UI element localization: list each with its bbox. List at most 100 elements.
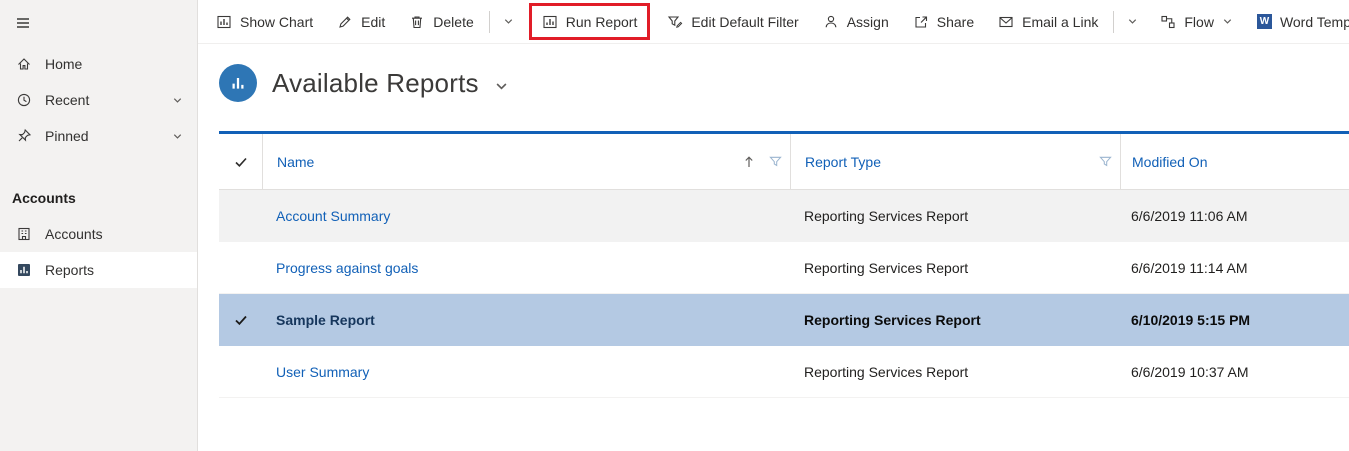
column-header-name[interactable]: Name [262,134,790,189]
button-label: Delete [433,14,473,30]
pencil-icon [337,14,353,30]
bar-chart-icon [228,73,248,93]
sort-ascending-icon [743,155,755,169]
sidebar-item-label: Accounts [45,226,103,242]
row-checkbox[interactable] [219,242,262,293]
chevron-down-icon [1127,16,1138,27]
edit-button[interactable]: Edit [325,0,397,44]
modified-on-cell: 6/10/2019 5:15 PM [1120,294,1349,346]
recent-expand-button[interactable] [172,95,183,106]
report-name-link[interactable]: User Summary [276,364,369,380]
more-commands-button[interactable] [493,0,524,44]
view-selector-button[interactable] [494,79,509,94]
sidebar-item-pinned[interactable]: Pinned [0,118,197,154]
trash-icon [409,14,425,30]
sidebar-item-label: Reports [45,262,94,278]
run-report-button[interactable]: Run Report [529,3,651,40]
column-header-modified-on[interactable]: Modified On [1120,134,1349,189]
button-label: Email a Link [1022,14,1098,30]
table-row[interactable]: Progress against goals Reporting Service… [219,242,1349,294]
hamburger-menu-button[interactable] [0,0,197,46]
reports-grid: Name Report Type Modified On [219,131,1349,451]
column-label: Modified On [1132,154,1207,170]
word-templates-button[interactable]: W Word Templates [1245,0,1349,44]
edit-default-filter-button[interactable]: Edit Default Filter [655,0,810,44]
button-label: Share [937,14,974,30]
share-icon [913,14,929,30]
sidebar-item-recent[interactable]: Recent [0,82,197,118]
button-label: Edit [361,14,385,30]
sidebar: Home Recent Pinned Accounts Accounts Rep… [0,0,198,451]
report-name-link[interactable]: Sample Report [276,312,375,328]
report-name-link[interactable]: Account Summary [276,208,390,224]
flow-button[interactable]: Flow [1148,0,1245,44]
row-checkbox[interactable] [219,346,262,397]
reports-icon [16,262,32,278]
column-header-report-type[interactable]: Report Type [790,134,1120,189]
report-entity-icon [219,64,257,102]
sidebar-item-home[interactable]: Home [0,46,197,82]
sidebar-item-label: Home [45,56,82,72]
filter-edit-icon [667,14,683,30]
modified-on-cell: 6/6/2019 11:14 AM [1120,242,1349,293]
column-label: Report Type [805,154,881,170]
more-commands-button[interactable] [1117,0,1148,44]
delete-button[interactable]: Delete [397,0,485,44]
sidebar-item-accounts[interactable]: Accounts [0,216,197,252]
envelope-icon [998,14,1014,30]
filter-icon[interactable] [769,155,782,168]
chevron-down-icon [494,79,509,94]
grid-header-row: Name Report Type Modified On [219,134,1349,190]
filter-icon[interactable] [1099,155,1112,168]
check-icon [234,155,248,169]
sidebar-section-header: Accounts [0,180,197,216]
button-label: Flow [1184,14,1214,30]
report-type-cell: Reporting Services Report [790,242,1120,293]
main-area: Show Chart Edit Delete Run Report Edit D… [198,0,1349,451]
report-type-cell: Reporting Services Report [790,346,1120,397]
toolbar-divider [1113,11,1114,33]
pinned-expand-button[interactable] [172,131,183,142]
share-button[interactable]: Share [901,0,986,44]
toolbar-divider [489,11,490,33]
email-a-link-button[interactable]: Email a Link [986,0,1110,44]
table-row[interactable]: Account Summary Reporting Services Repor… [219,190,1349,242]
chevron-down-icon [172,95,183,106]
table-row[interactable]: User Summary Reporting Services Report 6… [219,346,1349,398]
row-checkbox-checked[interactable] [219,294,262,346]
button-label: Assign [847,14,889,30]
report-name-link[interactable]: Progress against goals [276,260,418,276]
modified-on-cell: 6/6/2019 11:06 AM [1120,190,1349,242]
view-title: Available Reports [272,68,479,99]
select-all-checkbox[interactable] [219,134,262,189]
flow-icon [1160,14,1176,30]
modified-on-cell: 6/6/2019 10:37 AM [1120,346,1349,397]
button-label: Show Chart [240,14,313,30]
sidebar-item-label: Pinned [45,128,89,144]
table-row-selected[interactable]: Sample Report Reporting Services Report … [219,294,1349,346]
person-icon [823,14,839,30]
chevron-down-icon [503,16,514,27]
button-label: Run Report [566,14,638,30]
show-chart-icon [216,14,232,30]
chevron-down-icon [1222,16,1233,27]
home-icon [16,56,32,72]
run-report-icon [542,14,558,30]
report-type-cell: Reporting Services Report [790,294,1120,346]
clock-icon [16,92,32,108]
row-checkbox[interactable] [219,190,262,242]
view-header: Available Reports [198,44,1349,102]
button-label: Edit Default Filter [691,14,798,30]
button-label: Word Templates [1280,14,1349,30]
sidebar-item-label: Recent [45,92,89,108]
assign-button[interactable]: Assign [811,0,901,44]
hamburger-icon [15,15,31,31]
check-icon [234,313,248,327]
sidebar-item-reports[interactable]: Reports [0,252,197,288]
chevron-down-icon [172,131,183,142]
pin-icon [16,128,32,144]
show-chart-button[interactable]: Show Chart [204,0,325,44]
word-icon: W [1257,14,1272,29]
command-bar: Show Chart Edit Delete Run Report Edit D… [198,0,1349,44]
app-window: Home Recent Pinned Accounts Accounts Rep… [0,0,1349,451]
